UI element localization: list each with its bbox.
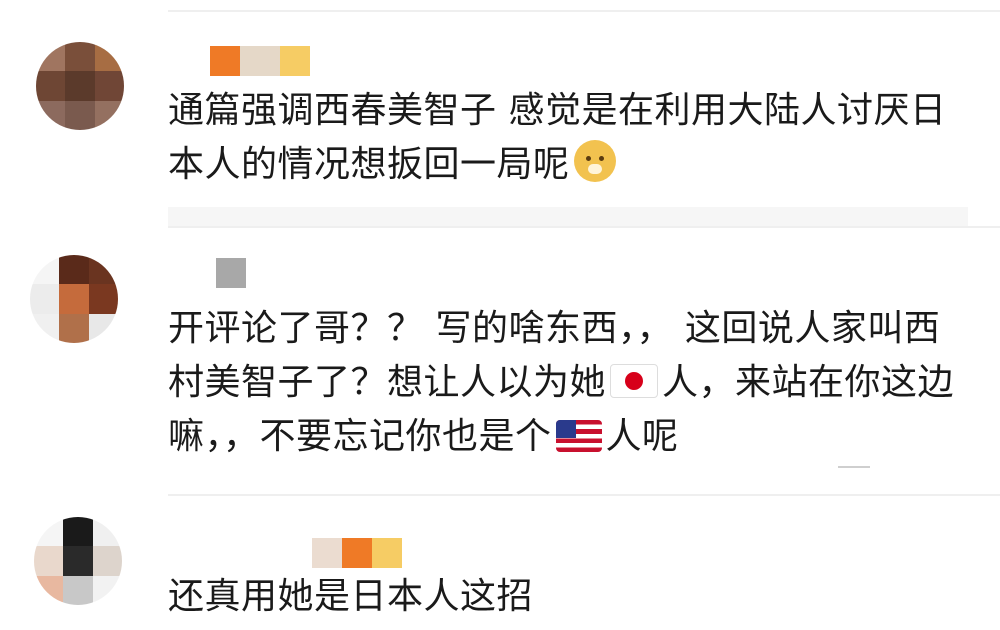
avatar[interactable]	[34, 517, 122, 605]
more-indicator	[838, 466, 870, 468]
reply-area[interactable]	[168, 207, 968, 227]
comment-line: 本人的情况想扳回一局呢	[168, 144, 570, 185]
comment-line: 还真用她是日本人这招	[168, 576, 534, 617]
us-flag-icon	[555, 420, 602, 452]
japan-flag-icon	[610, 364, 659, 398]
comment-text: 通篇强调西春美智子 感觉是在利用大陆人讨厌日 本人的情况想扳回一局呢	[168, 84, 946, 192]
avatar[interactable]	[30, 255, 118, 343]
comment-line: 开评论了哥？？ 写的啥东西，， 这回说人家叫西	[168, 308, 941, 349]
comment-line: 嘛，，不要忘记你也是个	[168, 416, 552, 457]
avatar[interactable]	[36, 42, 124, 130]
comment-text: 开评论了哥？？ 写的啥东西，， 这回说人家叫西 村美智子了？想让人以为她 人，来站…	[168, 302, 954, 464]
comment-text: 还真用她是日本人这招	[168, 570, 533, 624]
username-blurred[interactable]	[210, 46, 310, 76]
comment-divider	[168, 494, 1000, 496]
comment-line: 人呢	[605, 416, 679, 457]
comment-line: 人，来站在你这边	[662, 362, 955, 403]
comment-divider	[168, 226, 1000, 228]
doge-icon	[573, 140, 616, 182]
comment-line: 村美智子了？想让人以为她	[168, 362, 607, 403]
username-blurred[interactable]	[216, 258, 246, 288]
top-divider	[168, 10, 1000, 12]
comment-line: 通篇强调西春美智子 感觉是在利用大陆人讨厌日	[168, 90, 947, 131]
username-blurred[interactable]	[312, 538, 402, 568]
